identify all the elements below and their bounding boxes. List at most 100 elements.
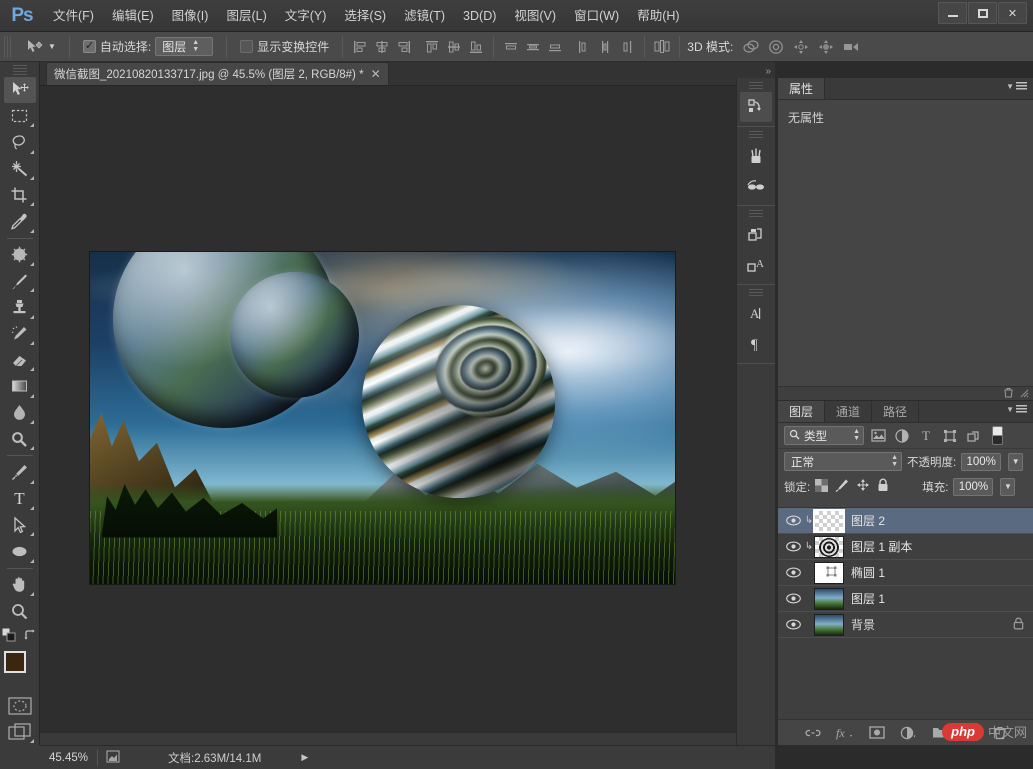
layer-visibility-toggle[interactable] — [782, 515, 804, 526]
layers-panel-menu-button[interactable]: ▼ — [1006, 405, 1027, 414]
layer-thumbnail[interactable] — [814, 613, 844, 636]
tab-paths[interactable]: 路径 — [872, 401, 920, 422]
layer-visibility-toggle[interactable] — [782, 593, 804, 604]
options-bar-grip[interactable] — [4, 35, 13, 58]
layer-name[interactable]: 图层 1 — [851, 590, 885, 607]
menu-edit[interactable]: 编辑(E) — [103, 0, 163, 32]
layer-name[interactable]: 背景 — [851, 616, 875, 633]
table-row[interactable]: ↳ 图层 2 — [778, 508, 1033, 534]
zoom-tool[interactable] — [4, 598, 36, 624]
tool-preset-chevron-down-icon[interactable]: ▼ — [48, 42, 56, 51]
distribute-horizontal-centers-icon[interactable] — [595, 37, 615, 57]
layer-name[interactable]: 图层 1 副本 — [851, 538, 912, 555]
rail-grip[interactable] — [749, 131, 763, 139]
lock-position-icon[interactable] — [856, 478, 870, 495]
layer-thumbnail[interactable] — [814, 587, 844, 610]
history-panel-icon[interactable] — [740, 92, 772, 122]
striped-sphere[interactable] — [362, 305, 556, 498]
menu-file[interactable]: 文件(F) — [44, 0, 103, 32]
layer-style-button[interactable]: fx — [836, 726, 854, 740]
layer-visibility-toggle[interactable] — [782, 567, 804, 578]
status-expand-icon[interactable]: ▶ — [301, 752, 308, 763]
quick-mask-button[interactable] — [4, 692, 36, 718]
link-layers-button[interactable] — [804, 727, 821, 739]
drag-3d-icon[interactable] — [791, 37, 811, 57]
auto-align-layers-icon[interactable] — [652, 37, 672, 57]
eraser-tool[interactable] — [4, 347, 36, 373]
move-tool[interactable] — [3, 76, 36, 104]
table-row[interactable]: 背景 — [778, 612, 1033, 638]
distribute-left-edges-icon[interactable] — [573, 37, 593, 57]
layer-visibility-toggle[interactable] — [782, 619, 804, 630]
distribute-top-edges-icon[interactable] — [501, 37, 521, 57]
spot-healing-brush-tool[interactable] — [4, 242, 36, 268]
clone-stamp-tool[interactable] — [4, 294, 36, 320]
rectangular-marquee-tool[interactable] — [4, 103, 36, 129]
align-right-edges-icon[interactable] — [394, 37, 414, 57]
character-panel-icon[interactable]: A — [740, 299, 772, 329]
tabbar-overflow-chevron-icon[interactable]: » — [765, 66, 771, 77]
foreground-color-swatch[interactable] — [3, 651, 26, 674]
zoom-level-input[interactable]: 45.45% — [40, 749, 98, 766]
menu-image[interactable]: 图像(I) — [163, 0, 218, 32]
filter-toggle-switch[interactable] — [992, 426, 1003, 445]
lasso-tool[interactable] — [4, 129, 36, 155]
rail-grip[interactable] — [749, 82, 763, 90]
lock-transparent-pixels-icon[interactable] — [815, 478, 829, 495]
distribute-right-edges-icon[interactable] — [617, 37, 637, 57]
auto-select-scope-dropdown[interactable]: 图层 ▲ ▼ — [155, 37, 214, 56]
align-vertical-centers-icon[interactable] — [444, 37, 464, 57]
horizontal-type-tool[interactable]: T — [4, 486, 36, 512]
history-brush-tool[interactable] — [4, 321, 36, 347]
layer-visibility-toggle[interactable] — [782, 541, 804, 552]
fill-chevron-down-icon[interactable]: ▼ — [1000, 477, 1016, 496]
auto-select-checkbox[interactable]: ✓ — [82, 40, 96, 53]
layer-name[interactable]: 图层 2 — [851, 512, 885, 529]
align-left-edges-icon[interactable] — [350, 37, 370, 57]
properties-panel-resize-grip[interactable] — [1020, 387, 1029, 401]
layer-comps-icon[interactable] — [740, 220, 772, 250]
path-selection-tool[interactable] — [4, 512, 36, 538]
scale-3d-icon[interactable] — [841, 37, 861, 57]
blur-tool[interactable] — [4, 400, 36, 426]
filter-smart-objects-icon[interactable] — [964, 426, 984, 446]
glyphs-panel-icon[interactable]: A — [740, 250, 772, 280]
gradient-tool[interactable] — [4, 373, 36, 399]
brush-tool[interactable] — [4, 268, 36, 294]
dodge-tool[interactable] — [4, 426, 36, 452]
pen-tool[interactable] — [4, 459, 36, 485]
rail-grip[interactable] — [749, 210, 763, 218]
clone-source-icon[interactable] — [740, 171, 772, 201]
align-bottom-edges-icon[interactable] — [466, 37, 486, 57]
artboard[interactable] — [90, 252, 675, 584]
menu-layer[interactable]: 图层(L) — [217, 0, 275, 32]
menu-filter[interactable]: 滤镜(T) — [395, 0, 454, 32]
table-row[interactable]: ↳ 图层 1 副本 — [778, 534, 1033, 560]
layer-name[interactable]: 椭圆 1 — [851, 564, 885, 581]
menu-view[interactable]: 视图(V) — [505, 0, 565, 32]
tab-channels[interactable]: 通道 — [825, 401, 873, 422]
swap-colors-icon[interactable] — [23, 628, 37, 645]
current-tool-preset[interactable]: ▼ — [18, 37, 62, 57]
eyedropper-tool[interactable] — [4, 208, 36, 234]
menu-select[interactable]: 选择(S) — [335, 0, 395, 32]
layer-thumbnail[interactable] — [814, 561, 844, 584]
distribute-vertical-centers-icon[interactable] — [523, 37, 543, 57]
new-fill-adjustment-button[interactable] — [900, 726, 917, 740]
rail-grip[interactable] — [749, 289, 763, 297]
hand-tool[interactable] — [4, 572, 36, 598]
document-tab[interactable]: 微信截图_20210820133717.jpg @ 45.5% (图层 2, R… — [46, 62, 389, 85]
magic-wand-tool[interactable] — [4, 156, 36, 182]
ellipse-tool[interactable] — [4, 538, 36, 564]
rotate-3d-icon[interactable] — [741, 37, 761, 57]
table-row[interactable]: 图层 1 — [778, 586, 1033, 612]
opacity-input[interactable]: 100% — [961, 452, 1002, 471]
roll-3d-icon[interactable] — [766, 37, 786, 57]
add-layer-mask-button[interactable] — [868, 726, 885, 739]
canvas-area[interactable] — [40, 86, 775, 745]
delete-properties-icon[interactable] — [1003, 387, 1014, 401]
crop-tool[interactable] — [4, 182, 36, 208]
align-top-edges-icon[interactable] — [422, 37, 442, 57]
layer-thumbnail[interactable] — [813, 508, 845, 533]
layer-thumbnail[interactable] — [814, 535, 844, 558]
